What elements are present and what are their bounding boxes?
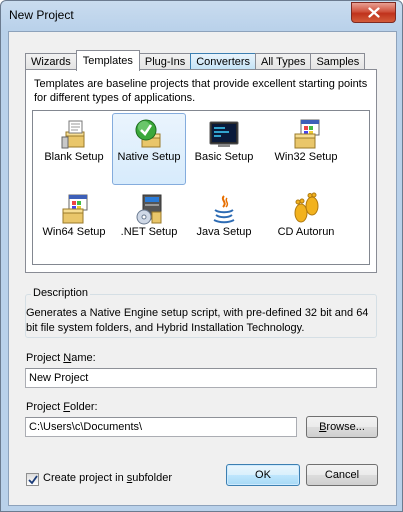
dotnet-setup-icon	[136, 194, 162, 225]
close-button[interactable]	[351, 2, 396, 23]
project-folder-input[interactable]: C:\Users\c\Documents\	[25, 417, 297, 437]
description-group: Description Generates a Native Engine se…	[25, 287, 377, 338]
template-label: Basic Setup	[194, 151, 254, 163]
tab-plug-ins[interactable]: Plug-Ins	[138, 53, 192, 70]
basic-setup-icon	[209, 121, 239, 147]
template-item-dotnet-setup[interactable]: .NET Setup	[112, 189, 186, 261]
create-subfolder-checkbox[interactable]	[26, 473, 39, 486]
tab-label: Converters	[196, 56, 251, 68]
tab-label: Samples	[316, 56, 360, 68]
title-bar[interactable]: New Project	[1, 1, 402, 31]
win32-setup-icon	[294, 119, 320, 149]
template-item-java-setup[interactable]: Java Setup	[187, 189, 261, 261]
project-folder-label: Project Folder:	[26, 401, 98, 413]
templates-tab-panel: Templates are baseline projects that pro…	[25, 69, 377, 273]
cancel-button[interactable]: Cancel	[306, 464, 378, 486]
tab-label: Wizards	[31, 56, 71, 68]
description-text: Generates a Native Engine setup script, …	[26, 307, 369, 334]
template-item-win64-setup[interactable]: Win64 Setup	[37, 189, 111, 261]
template-label: .NET Setup	[120, 226, 178, 238]
tab-converters[interactable]: Converters	[190, 53, 257, 70]
checkmark-icon	[28, 475, 38, 485]
template-item-native-setup[interactable]: Native Setup	[112, 113, 186, 185]
tab-strip: Wizards Templates Plug-Ins Converters Al…	[25, 50, 366, 71]
tab-label: All Types	[261, 56, 306, 68]
create-subfolder-label[interactable]: Create project in subfolder	[43, 472, 172, 484]
win64-setup-icon	[62, 194, 88, 224]
template-label: Win64 Setup	[42, 226, 106, 238]
dialog-client-area: Wizards Templates Plug-Ins Converters Al…	[8, 31, 397, 506]
templates-description: Templates are baseline projects that pro…	[34, 78, 368, 104]
template-label: Java Setup	[196, 226, 252, 238]
project-name-input[interactable]: New Project	[25, 368, 377, 388]
description-legend: Description	[31, 287, 91, 299]
cd-autorun-icon	[294, 192, 319, 223]
templates-list[interactable]: Blank Setup Native Setup Basic Setup Win…	[32, 110, 370, 265]
blank-setup-icon	[61, 120, 85, 149]
template-item-cd-autorun[interactable]: CD Autorun	[269, 189, 343, 261]
new-project-dialog: New Project Wizards Templates Plug-Ins C…	[0, 0, 403, 512]
template-label: Win32 Setup	[274, 151, 338, 163]
tab-label: Plug-Ins	[144, 56, 186, 68]
ok-button[interactable]: OK	[226, 464, 300, 486]
window-title: New Project	[9, 8, 74, 22]
tab-templates[interactable]: Templates	[75, 50, 140, 71]
template-label: Blank Setup	[44, 151, 104, 163]
native-setup-icon	[135, 119, 161, 148]
tab-all-types[interactable]: All Types	[255, 53, 312, 70]
template-item-blank-setup[interactable]: Blank Setup	[37, 114, 111, 186]
template-label: Native Setup	[117, 151, 181, 163]
tab-label: Templates	[82, 55, 133, 67]
browse-button[interactable]: Browse...	[306, 416, 378, 438]
project-name-label: Project Name:	[26, 352, 96, 364]
tab-samples[interactable]: Samples	[310, 53, 366, 70]
tab-wizards[interactable]: Wizards	[25, 53, 77, 70]
java-setup-icon	[213, 195, 235, 224]
template-item-win32-setup[interactable]: Win32 Setup	[269, 114, 343, 186]
template-item-basic-setup[interactable]: Basic Setup	[187, 114, 261, 186]
template-label: CD Autorun	[277, 226, 335, 238]
close-x-icon	[367, 7, 380, 18]
